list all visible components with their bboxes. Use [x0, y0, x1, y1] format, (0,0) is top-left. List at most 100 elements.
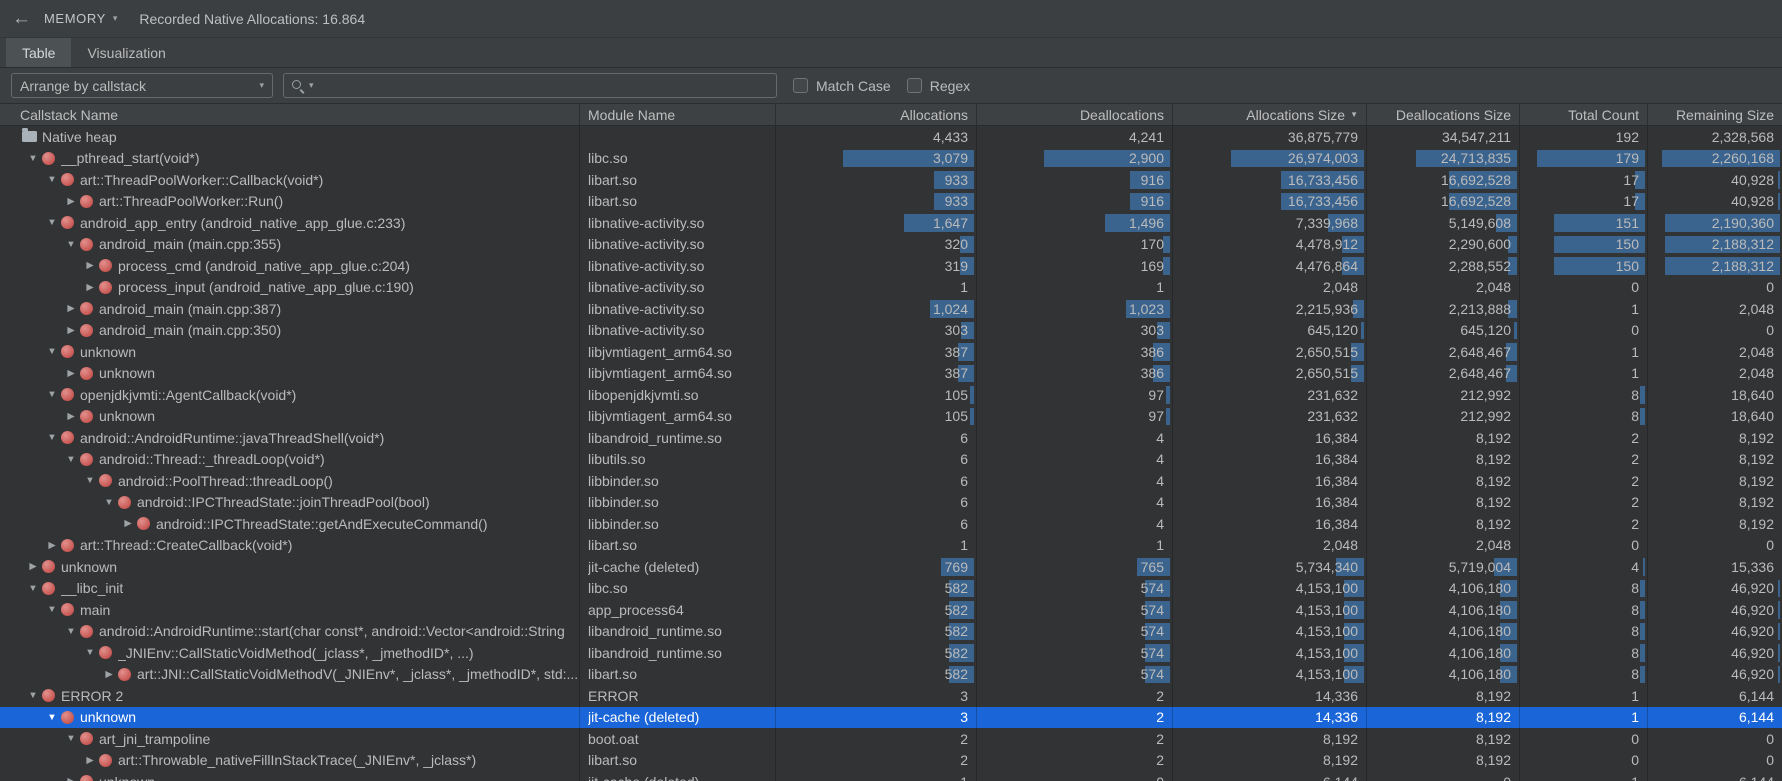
collapse-arrow-icon[interactable]: ▼ [44, 347, 60, 357]
table-row[interactable]: ▼android::AndroidRuntime::javaThreadShel… [0, 427, 1782, 449]
table-row[interactable]: ▼android_app_entry (android_native_app_g… [0, 212, 1782, 234]
expand-arrow-icon[interactable]: ▶ [44, 541, 60, 551]
expand-arrow-icon[interactable]: ▶ [120, 519, 136, 529]
chevron-down-icon: ▾ [309, 81, 314, 90]
collapse-arrow-icon[interactable]: ▼ [44, 713, 60, 723]
expand-arrow-icon[interactable]: ▶ [82, 283, 98, 293]
callstack-label: __libc_init [61, 580, 123, 596]
module-label: libnative-activity.so [588, 258, 704, 274]
callstack-label: unknown [99, 408, 155, 424]
collapse-arrow-icon[interactable]: ▼ [44, 218, 60, 228]
tab-visualization[interactable]: Visualization [71, 38, 181, 67]
table-row[interactable]: ▼art_jni_trampolineboot.oat228,1928,1920… [0, 728, 1782, 750]
table-row[interactable]: ▼openjdkjvmti::AgentCallback(void*)libop… [0, 384, 1782, 406]
table-row[interactable]: ▼android_main (main.cpp:355)libnative-ac… [0, 234, 1782, 256]
module-label: libjvmtiagent_arm64.so [588, 344, 732, 360]
match-case-checkbox[interactable] [793, 78, 808, 93]
value-bar [1643, 558, 1645, 576]
expand-arrow-icon[interactable]: ▶ [82, 756, 98, 766]
collapse-arrow-icon[interactable]: ▼ [63, 734, 79, 744]
cell-value: 2,213,888 [1449, 301, 1511, 317]
expand-arrow-icon[interactable]: ▶ [101, 670, 117, 680]
table-row[interactable]: ▶unknownjit-cache (deleted)7697655,734,3… [0, 556, 1782, 578]
collapse-arrow-icon[interactable]: ▼ [82, 648, 98, 658]
expand-arrow-icon[interactable]: ▶ [63, 304, 79, 314]
collapse-arrow-icon[interactable]: ▼ [44, 390, 60, 400]
collapse-arrow-icon[interactable]: ▼ [25, 691, 41, 701]
table-row[interactable]: ▼unknownlibjvmtiagent_arm64.so3873862,65… [0, 341, 1782, 363]
table-row[interactable]: ▼android::Thread::_threadLoop(void*)libu… [0, 449, 1782, 471]
table-row[interactable]: ▶unknownlibjvmtiagent_arm64.so3873862,65… [0, 363, 1782, 385]
expand-arrow-icon[interactable]: ▶ [63, 197, 79, 207]
cell-value: 1,647 [933, 215, 968, 231]
expand-arrow-icon[interactable]: ▶ [63, 412, 79, 422]
table-row[interactable]: ▶android::IPCThreadState::getAndExecuteC… [0, 513, 1782, 535]
recorded-allocations-label: Recorded Native Allocations: 16.864 [139, 11, 365, 27]
cell-value: 916 [1141, 172, 1164, 188]
cell-value: 2,048 [1476, 537, 1511, 553]
cell-value: 6 [960, 473, 968, 489]
table-row[interactable]: ▶art::ThreadPoolWorker::Run()libart.so93… [0, 191, 1782, 213]
search-field[interactable]: ▾ [283, 73, 777, 98]
column-header-callstack[interactable]: Callstack Name [0, 104, 580, 125]
regex-checkbox[interactable] [907, 78, 922, 93]
table-row[interactable]: ▼android::AndroidRuntime::start(char con… [0, 621, 1782, 643]
regex-option[interactable]: Regex [907, 78, 970, 94]
column-header-remaining_size[interactable]: Remaining Size [1648, 104, 1782, 125]
cell-value: 40,928 [1731, 193, 1774, 209]
collapse-arrow-icon[interactable]: ▼ [63, 627, 79, 637]
expand-arrow-icon[interactable]: ▶ [82, 261, 98, 271]
table-row[interactable]: ▼unknownjit-cache (deleted)3214,3368,192… [0, 707, 1782, 729]
table-row[interactable]: ▼android::PoolThread::threadLoop()libbin… [0, 470, 1782, 492]
arrange-dropdown[interactable]: Arrange by callstack ▾ [11, 73, 273, 98]
search-input[interactable] [318, 78, 769, 94]
collapse-arrow-icon[interactable]: ▼ [82, 476, 98, 486]
table-row[interactable]: ▶art::Throwable_nativeFillInStackTrace(_… [0, 750, 1782, 772]
table-row[interactable]: ▼art::ThreadPoolWorker::Callback(void*)l… [0, 169, 1782, 191]
column-header-module[interactable]: Module Name [580, 104, 776, 125]
table-row[interactable]: ▼mainapp_process645825744,153,1004,106,1… [0, 599, 1782, 621]
collapse-arrow-icon[interactable]: ▼ [63, 240, 79, 250]
column-header-alloc_size[interactable]: Allocations Size▼ [1173, 104, 1367, 125]
cell-value: 2,288,552 [1449, 258, 1511, 274]
table-row[interactable]: ▶unknownjit-cache (deleted)106,144016,14… [0, 771, 1782, 781]
table-row[interactable]: ▼ERROR 2ERROR3214,3368,19216,144 [0, 685, 1782, 707]
collapse-arrow-icon[interactable]: ▼ [44, 605, 60, 615]
table-row[interactable]: ▼__pthread_start(void*)libc.so3,0792,900… [0, 148, 1782, 170]
tab-table[interactable]: Table [6, 38, 71, 67]
expand-arrow-icon[interactable]: ▶ [63, 326, 79, 336]
table-row[interactable]: ▼android::IPCThreadState::joinThreadPool… [0, 492, 1782, 514]
cell-value: 0 [1631, 752, 1639, 768]
collapse-arrow-icon[interactable]: ▼ [63, 455, 79, 465]
expand-arrow-icon[interactable]: ▶ [25, 562, 41, 572]
expand-arrow-icon[interactable]: ▶ [63, 777, 79, 781]
memory-selector[interactable]: MEMORY ▾ [44, 11, 117, 26]
column-header-total_count[interactable]: Total Count [1520, 104, 1648, 125]
table-row[interactable]: ▶android_main (main.cpp:350)libnative-ac… [0, 320, 1782, 342]
cell-value: 8,192 [1323, 752, 1358, 768]
match-case-option[interactable]: Match Case [793, 78, 891, 94]
table-row[interactable]: ▶art::Thread::CreateCallback(void*)libar… [0, 535, 1782, 557]
column-header-allocations[interactable]: Allocations [776, 104, 977, 125]
table-row[interactable]: ▶process_cmd (android_native_app_glue.c:… [0, 255, 1782, 277]
table-row[interactable]: ▶unknownlibjvmtiagent_arm64.so10597231,6… [0, 406, 1782, 428]
table-row[interactable]: ▼_JNIEnv::CallStaticVoidMethod(_jclass*,… [0, 642, 1782, 664]
method-icon [42, 689, 55, 702]
column-header-deallocations[interactable]: Deallocations [977, 104, 1173, 125]
collapse-arrow-icon[interactable]: ▼ [25, 154, 41, 164]
column-header-dealloc_size[interactable]: Deallocations Size [1367, 104, 1520, 125]
collapse-arrow-icon[interactable]: ▼ [101, 498, 117, 508]
expand-arrow-icon[interactable]: ▶ [63, 369, 79, 379]
table-row[interactable]: Native heap4,4334,24136,875,77934,547,21… [0, 126, 1782, 148]
cell-value: 192 [1616, 129, 1639, 145]
back-button[interactable]: ← [12, 8, 38, 30]
table-row[interactable]: ▶process_input (android_native_app_glue.… [0, 277, 1782, 299]
collapse-arrow-icon[interactable]: ▼ [44, 175, 60, 185]
table-row[interactable]: ▶android_main (main.cpp:387)libnative-ac… [0, 298, 1782, 320]
method-icon [80, 302, 93, 315]
collapse-arrow-icon[interactable]: ▼ [25, 584, 41, 594]
table-row[interactable]: ▼__libc_initlibc.so5825744,153,1004,106,… [0, 578, 1782, 600]
collapse-arrow-icon[interactable]: ▼ [44, 433, 60, 443]
cell-value: 0 [1766, 322, 1774, 338]
table-row[interactable]: ▶art::JNI::CallStaticVoidMethodV(_JNIEnv… [0, 664, 1782, 686]
